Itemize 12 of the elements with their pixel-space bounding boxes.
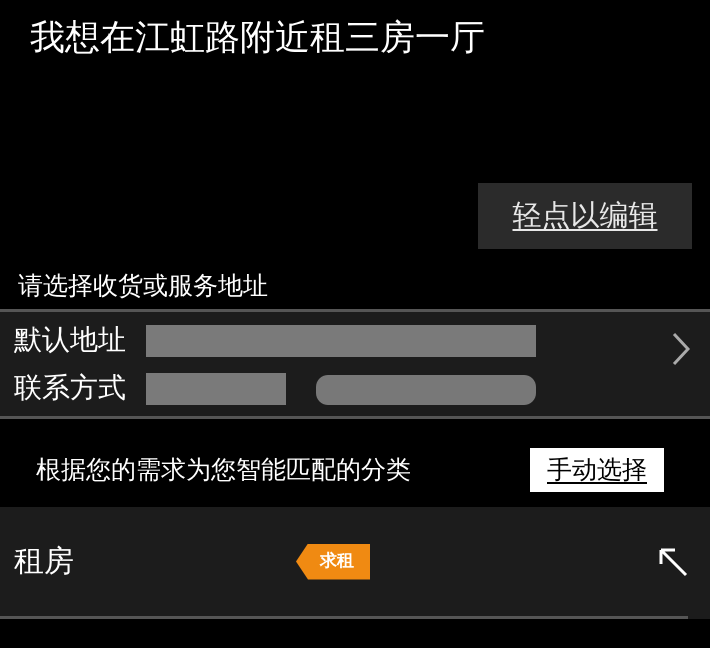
category-hint: 根据您的需求为您智能匹配的分类: [36, 454, 412, 486]
edit-button[interactable]: 轻点以编辑: [478, 183, 692, 249]
chevron-right-icon: [672, 332, 690, 366]
request-text: 我想在江虹路附近租三房一厅: [29, 17, 485, 60]
arrow-up-left-icon: [658, 546, 688, 576]
manual-select-button[interactable]: 手动选择: [530, 448, 664, 492]
field-label: 默认地址: [14, 322, 126, 358]
field-label: 联系方式: [14, 370, 126, 406]
category-name: 租房: [14, 543, 75, 581]
category-tag: 求租: [296, 544, 370, 580]
address-prompt: 请选择收货或服务地址: [17, 270, 268, 302]
address-card[interactable]: 默认地址 联系方式: [0, 309, 710, 419]
